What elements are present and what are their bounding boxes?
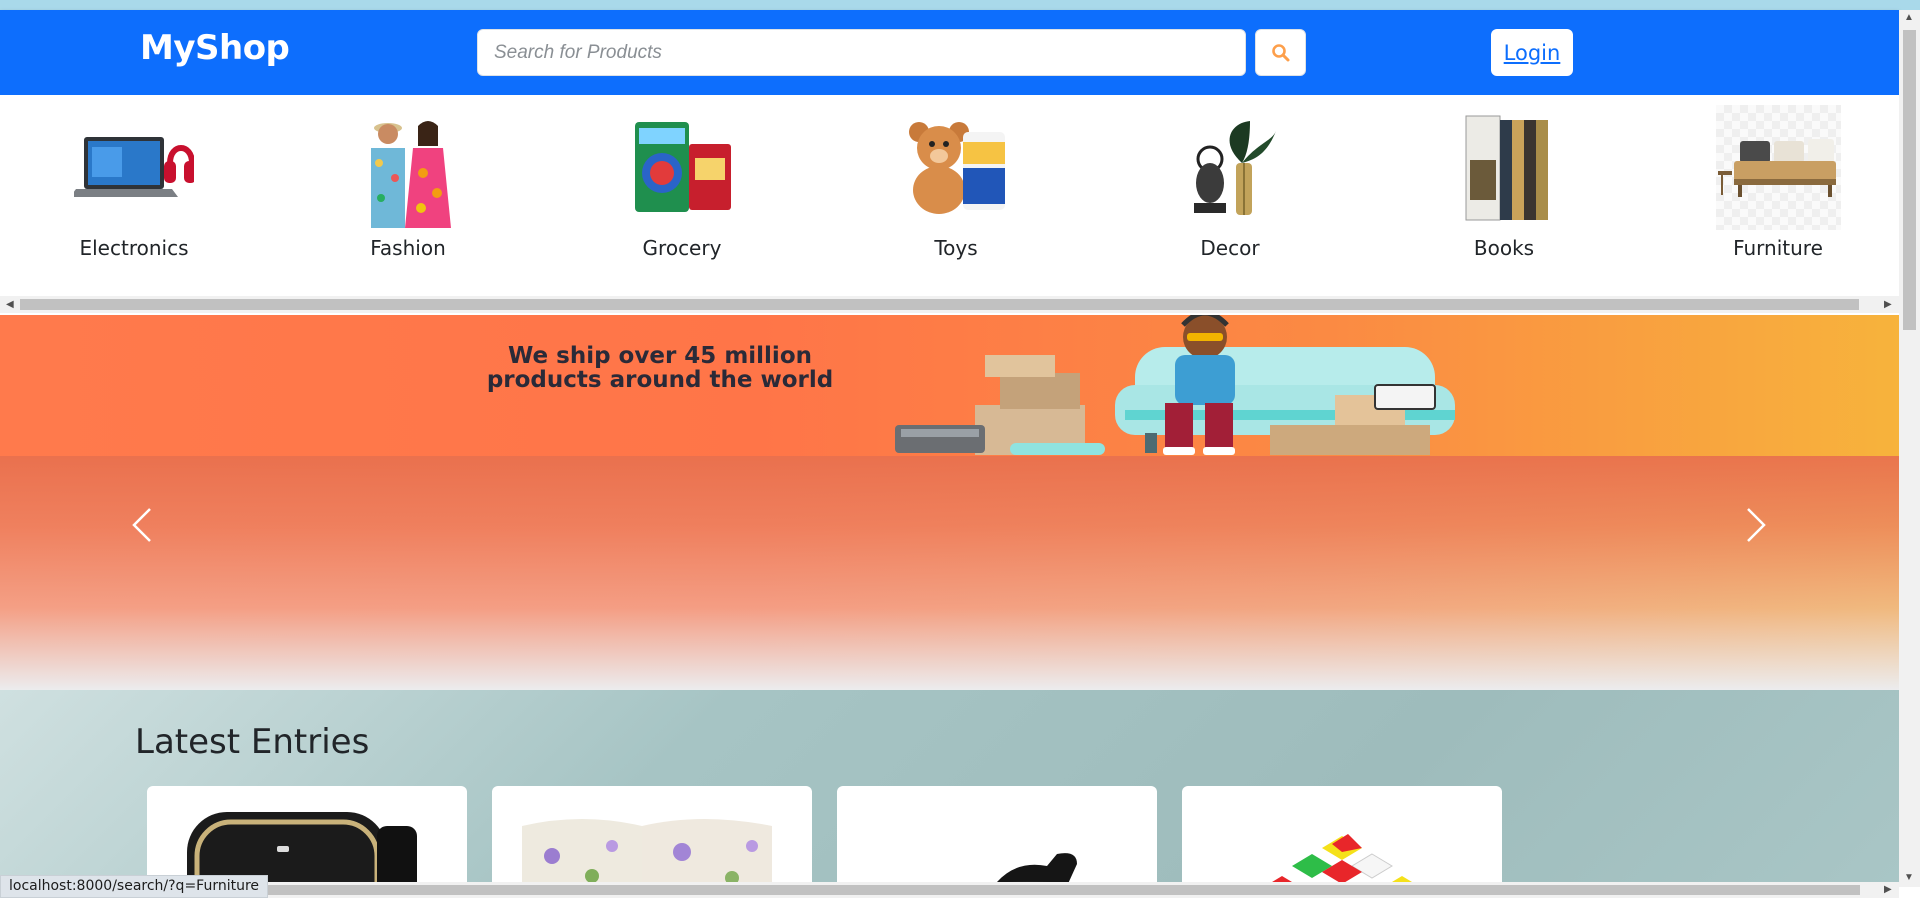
page-vertical-scrollbar[interactable]: ▲ ▼ bbox=[1899, 10, 1920, 887]
scroll-up-arrow-icon[interactable]: ▲ bbox=[1904, 12, 1914, 23]
category-label: Toys bbox=[934, 236, 978, 260]
category-strip: Electronics Fashion Grocery Toys Decor B… bbox=[0, 95, 1899, 297]
category-label: Books bbox=[1473, 236, 1535, 260]
scroll-down-arrow-icon[interactable]: ▼ bbox=[1904, 872, 1914, 883]
section-title: Latest Entries bbox=[135, 722, 370, 762]
browser-top-strip bbox=[0, 0, 1920, 10]
hero-text-line2: products around the world bbox=[486, 367, 834, 393]
login-button[interactable]: Login bbox=[1491, 29, 1573, 76]
page-horizontal-scrollbar[interactable]: ▶ bbox=[0, 882, 1899, 898]
status-bar-url: localhost:8000/search/?q=Furniture bbox=[0, 875, 269, 898]
scroll-right-arrow-icon[interactable]: ▶ bbox=[1884, 884, 1892, 895]
scrollbar-thumb[interactable] bbox=[1903, 30, 1916, 330]
chevron-right-icon bbox=[1747, 508, 1766, 542]
teddy-bear-image bbox=[894, 105, 1019, 230]
navbar: MyShop Login bbox=[0, 10, 1899, 95]
scrollbar-thumb[interactable] bbox=[20, 299, 1859, 310]
category-scrollbar[interactable]: ◀ ▶ bbox=[0, 296, 1899, 313]
chevron-left-icon bbox=[132, 508, 151, 542]
hero-text-line1: We ship over 45 million bbox=[507, 343, 812, 369]
category-furniture[interactable]: Furniture bbox=[1693, 105, 1863, 275]
latest-entries-section: Latest Entries bbox=[0, 690, 1899, 898]
laptop-headphones-image bbox=[72, 105, 197, 230]
carousel-next-button[interactable] bbox=[1736, 495, 1776, 555]
scroll-left-arrow-icon[interactable]: ◀ bbox=[6, 299, 14, 310]
hero-carousel: We ship over 45 million products around … bbox=[0, 315, 1899, 690]
category-label: Furniture bbox=[1733, 236, 1823, 260]
detergent-tea-image bbox=[620, 105, 745, 230]
search-input[interactable] bbox=[477, 29, 1246, 76]
category-label: Grocery bbox=[642, 236, 722, 260]
category-label: Decor bbox=[1200, 236, 1260, 260]
carousel-prev-button[interactable] bbox=[122, 495, 162, 555]
category-toys[interactable]: Toys bbox=[871, 105, 1041, 275]
couple-fashion-image bbox=[346, 105, 471, 230]
category-label: Fashion bbox=[370, 236, 446, 260]
shipping-illustration bbox=[895, 315, 1455, 455]
category-label: Electronics bbox=[79, 236, 189, 260]
category-books[interactable]: Books bbox=[1419, 105, 1589, 275]
sofa-image bbox=[1715, 105, 1841, 230]
category-decor[interactable]: Decor bbox=[1145, 105, 1315, 275]
category-fashion[interactable]: Fashion bbox=[323, 105, 493, 275]
brand-logo[interactable]: MyShop bbox=[140, 28, 290, 68]
category-electronics[interactable]: Electronics bbox=[49, 105, 219, 275]
plant-vase-image bbox=[1168, 105, 1293, 230]
books-set-image bbox=[1442, 105, 1567, 230]
scrollbar-thumb[interactable] bbox=[240, 885, 1860, 895]
hero-gradient-overlay bbox=[0, 456, 1899, 690]
search-icon bbox=[1271, 43, 1289, 61]
search-button[interactable] bbox=[1255, 29, 1306, 76]
category-grocery[interactable]: Grocery bbox=[597, 105, 767, 275]
scroll-right-arrow-icon[interactable]: ▶ bbox=[1884, 299, 1892, 310]
